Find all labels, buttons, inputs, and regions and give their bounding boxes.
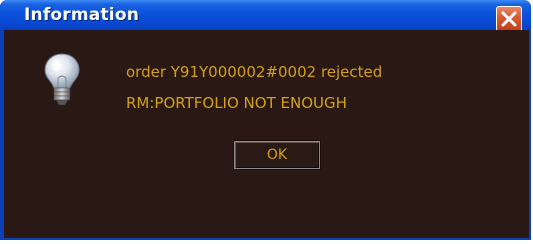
window-title: Information	[24, 5, 140, 25]
dialog-body	[4, 30, 529, 238]
close-button[interactable]	[496, 6, 522, 32]
lightbulb-icon	[44, 53, 80, 106]
title-bar[interactable]: Information	[0, 0, 531, 32]
message-line-2: RM:PORTFOLIO NOT ENOUGH	[126, 94, 347, 112]
information-dialog: Information order Y91Y000002#0002 reject…	[0, 0, 531, 240]
close-icon	[501, 11, 517, 27]
ok-button[interactable]: OK	[233, 140, 321, 170]
message-line-1: order Y91Y000002#0002 rejected	[126, 63, 383, 81]
